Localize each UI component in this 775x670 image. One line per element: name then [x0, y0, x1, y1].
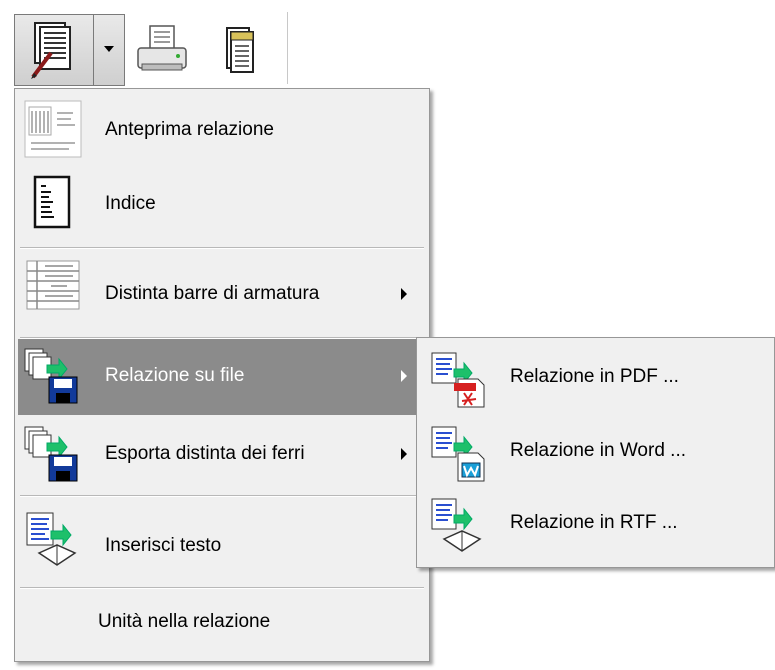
relazione-su-file-submenu: Relazione in PDF ... Relazione in Word .… — [416, 337, 775, 568]
menu-item-label: Anteprima relazione — [105, 119, 274, 140]
export-rebar-icon — [24, 426, 78, 482]
document-button[interactable] — [205, 14, 269, 86]
dropdown-arrow-button[interactable] — [94, 15, 124, 85]
submenu-item-relazione-word[interactable]: Relazione in Word ... — [420, 418, 772, 488]
menu-item-unita-relazione[interactable]: Unità nella relazione — [18, 591, 426, 655]
report-edit-icon — [31, 22, 71, 79]
submenu-item-label: Relazione in Word ... — [510, 440, 687, 461]
submenu-item-label: Relazione in PDF ... — [510, 366, 679, 387]
relazione-split-button[interactable] — [14, 14, 125, 86]
menu-item-label: Distinta barre di armatura — [105, 283, 320, 304]
export-to-file-icon — [24, 348, 78, 404]
menu-item-distinta-barre[interactable]: Distinta barre di armatura — [18, 253, 426, 331]
menu-separator — [20, 495, 424, 497]
word-export-icon — [431, 426, 485, 482]
menu-separator — [20, 587, 424, 589]
menu-item-relazione-su-file[interactable]: Relazione su file — [18, 339, 426, 415]
index-icon — [33, 175, 71, 229]
document-icon — [226, 27, 254, 73]
menu-separator — [20, 247, 424, 249]
submenu-arrow-icon — [401, 288, 407, 300]
toolbar-separator — [287, 12, 288, 84]
printer-icon — [137, 25, 187, 71]
report-edit-button[interactable] — [15, 15, 93, 85]
pdf-export-icon — [431, 352, 485, 408]
menu-item-esporta-distinta[interactable]: Esporta distinta dei ferri — [18, 417, 426, 493]
submenu-arrow-icon — [401, 448, 407, 460]
menu-item-indice[interactable]: Indice — [18, 169, 426, 239]
menu-item-label: Inserisci testo — [105, 535, 222, 556]
toolbar — [0, 0, 775, 90]
submenu-item-label: Relazione in RTF ... — [510, 512, 678, 533]
insert-text-icon — [26, 512, 77, 566]
submenu-item-relazione-rtf[interactable]: Relazione in RTF ... — [420, 490, 772, 560]
chevron-down-icon — [104, 46, 114, 52]
report-preview-icon — [24, 100, 82, 158]
submenu-arrow-icon — [401, 370, 407, 382]
menu-item-label: Relazione su file — [105, 365, 245, 386]
menu-item-label: Unità nella relazione — [98, 611, 271, 632]
report-menu: Anteprima relazione Indice Distinta barr… — [14, 88, 430, 662]
menu-item-anteprima-relazione[interactable]: Anteprima relazione — [18, 95, 426, 163]
rtf-export-icon — [431, 498, 482, 552]
print-button[interactable] — [130, 14, 194, 86]
menu-item-label: Indice — [105, 193, 156, 214]
menu-item-inserisci-testo[interactable]: Inserisci testo — [18, 499, 426, 583]
menu-item-label: Esporta distinta dei ferri — [105, 443, 305, 464]
rebar-list-icon — [26, 260, 80, 310]
submenu-item-relazione-pdf[interactable]: Relazione in PDF ... — [420, 344, 772, 414]
